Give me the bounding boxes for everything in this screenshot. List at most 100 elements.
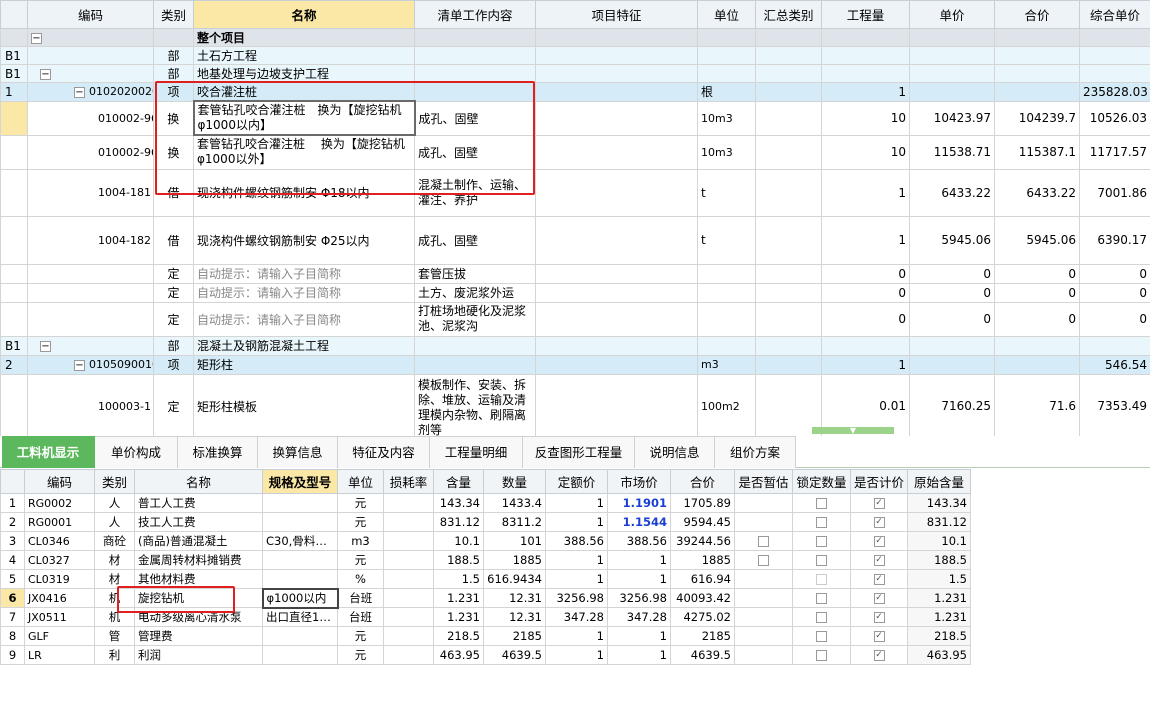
work-cell[interactable] xyxy=(414,46,536,65)
col-comp-price[interactable]: 综合单价 xyxy=(1079,0,1150,29)
lock-cell[interactable] xyxy=(792,607,851,627)
minus-toggle-icon[interactable]: − xyxy=(40,340,51,352)
unit-cell[interactable]: 10m3 xyxy=(697,134,756,170)
work-cell[interactable] xyxy=(414,64,536,83)
unit-cell[interactable]: 元 xyxy=(337,626,384,646)
col-total[interactable]: 合价 xyxy=(994,0,1080,29)
summary-cell[interactable] xyxy=(755,100,822,136)
code-cell[interactable]: CL0327 xyxy=(24,550,95,570)
count-cell[interactable]: 8311.2 xyxy=(483,512,546,532)
feature-cell[interactable] xyxy=(535,282,698,303)
priced-cell[interactable]: ✓ xyxy=(850,493,908,513)
table-row[interactable]: 6 JX0416 机旋挖钻机 φ1000以内 台班 1.231 12.31 3256.98 32… xyxy=(0,587,971,609)
unit-cell[interactable]: 元 xyxy=(337,493,384,513)
col-work[interactable]: 清单工作内容 xyxy=(414,0,536,29)
col-type[interactable]: 类别 xyxy=(153,0,194,29)
count-cell[interactable]: 1885 xyxy=(483,550,546,570)
name-cell[interactable]: 普工人工费 xyxy=(134,493,263,513)
lock-cell[interactable] xyxy=(792,531,851,551)
checkbox-checked[interactable]: ✓ xyxy=(873,650,885,661)
unit-cell[interactable]: 元 xyxy=(337,645,384,665)
name-cell[interactable]: 矩形柱 xyxy=(193,354,415,375)
name-cell[interactable]: 利润 xyxy=(134,645,263,665)
name-cell[interactable]: 其他材料费 xyxy=(134,569,263,589)
col-summary[interactable]: 汇总类别 xyxy=(755,0,822,29)
summary-cell[interactable] xyxy=(755,263,822,284)
col-code[interactable]: 编码 xyxy=(24,469,95,494)
work-cell[interactable]: 混凝土制作、运输、灌注、养护 xyxy=(414,168,536,217)
content-cell[interactable]: 188.5 xyxy=(433,550,484,570)
table-row[interactable]: 1 −010202002001 项 咬合灌注桩 根 1 235828.03 xyxy=(0,82,1150,102)
summary-cell[interactable] xyxy=(755,282,822,303)
lock-cell[interactable] xyxy=(792,645,851,665)
col-feature[interactable]: 项目特征 xyxy=(535,0,698,29)
checkbox-checked[interactable]: ✓ xyxy=(873,517,885,528)
checkbox[interactable] xyxy=(816,574,827,585)
name-cell[interactable]: 地基处理与边坡支护工程 xyxy=(193,64,415,83)
feature-cell[interactable] xyxy=(535,168,698,217)
work-cell[interactable]: 成孔、固壁 xyxy=(414,134,536,170)
splitter-handle[interactable]: ▼ xyxy=(812,427,894,435)
loss-cell[interactable] xyxy=(383,550,434,570)
lock-cell[interactable] xyxy=(792,588,851,608)
table-row[interactable]: 8 GLF 管管理费元 218.5 2185 1 1 2185 ✓ 218.5 xyxy=(0,626,971,646)
name-cell[interactable]: 技工人工费 xyxy=(134,512,263,532)
unit-cell[interactable] xyxy=(697,28,756,47)
work-cell[interactable] xyxy=(414,28,536,47)
qty-cell[interactable] xyxy=(821,64,910,83)
table-row[interactable]: − 整个项目 xyxy=(0,28,1150,47)
unit-cell[interactable] xyxy=(697,263,756,284)
work-cell[interactable] xyxy=(414,335,536,356)
minus-toggle-icon[interactable]: − xyxy=(31,32,42,44)
col-count[interactable]: 数量 xyxy=(483,469,546,494)
col-loss[interactable]: 损耗率 xyxy=(383,469,434,494)
code-cell[interactable]: JX0511 xyxy=(24,607,95,627)
minus-toggle-icon[interactable]: − xyxy=(74,359,85,371)
lock-cell[interactable] xyxy=(792,512,851,532)
unit-cell[interactable]: 100m2 xyxy=(697,373,756,439)
checkbox-checked[interactable]: ✓ xyxy=(873,574,885,585)
feature-cell[interactable] xyxy=(535,301,698,337)
content-cell[interactable]: 218.5 xyxy=(433,626,484,646)
name-cell[interactable]: 金属周转材料摊销费 xyxy=(134,550,263,570)
tab-feature-content[interactable]: 特征及内容 xyxy=(338,436,430,468)
tab-material-display[interactable]: 工料机显示 xyxy=(2,436,95,468)
checkbox-checked[interactable]: ✓ xyxy=(873,631,885,642)
table-row[interactable]: 5 CL0319 材其他材料费% 1.5 616.9434 1 1 616.94 ✓ 1.5 xyxy=(0,569,971,589)
count-cell[interactable]: 12.31 xyxy=(483,607,546,627)
name-cell[interactable]: 现浇构件螺纹钢筋制安 Φ18以内 xyxy=(193,168,415,217)
tab-description[interactable]: 说明信息 xyxy=(635,436,715,468)
content-cell[interactable]: 1.231 xyxy=(433,607,484,627)
name-cell[interactable]: 混凝土及钢筋混凝土工程 xyxy=(193,335,415,356)
checkbox[interactable] xyxy=(758,555,769,566)
content-cell[interactable]: 10.1 xyxy=(433,531,484,551)
col-spec[interactable]: 规格及型号 xyxy=(262,469,338,494)
qty-cell[interactable]: 10 xyxy=(821,100,910,136)
unit-cell[interactable]: 10m3 xyxy=(697,100,756,136)
table-row[interactable]: 100003-1 定 矩形柱模板 模板制作、安装、拆除、堆放、运输及清理模内杂物… xyxy=(0,373,1150,439)
summary-cell[interactable] xyxy=(755,46,822,65)
name-cell[interactable]: 自动提示：请输入子目简称 xyxy=(193,282,415,303)
priced-cell[interactable]: ✓ xyxy=(850,531,908,551)
qty-cell[interactable]: 1 xyxy=(821,354,910,375)
feature-cell[interactable] xyxy=(535,46,698,65)
feature-cell[interactable] xyxy=(535,100,698,136)
checkbox[interactable] xyxy=(816,536,827,547)
checkbox[interactable] xyxy=(816,517,827,528)
col-unit[interactable]: 单位 xyxy=(337,469,384,494)
spec-cell[interactable]: 出口直径1… xyxy=(262,607,338,627)
count-cell[interactable]: 12.31 xyxy=(483,588,546,608)
col-market-price[interactable]: 市场价 xyxy=(607,469,671,494)
table-row[interactable]: 7 JX0511 机电动多级离心清水泵 出口直径1… 台班 1.231 12.31 347.2… xyxy=(0,607,971,627)
name-cell[interactable]: 自动提示：请输入子目简称 xyxy=(193,263,415,284)
priced-cell[interactable]: ✓ xyxy=(850,512,908,532)
qty-cell[interactable]: 0 xyxy=(821,263,910,284)
col-estimate[interactable]: 是否暂估 xyxy=(734,469,793,494)
market-price-cell[interactable]: 1 xyxy=(607,569,671,589)
qty-cell[interactable]: 1 xyxy=(821,215,910,265)
unit-cell[interactable]: t xyxy=(697,168,756,217)
content-cell[interactable]: 143.34 xyxy=(433,493,484,513)
checkbox-checked[interactable]: ✓ xyxy=(873,593,885,604)
estimate-cell[interactable] xyxy=(734,512,793,532)
unit-cell[interactable] xyxy=(697,301,756,337)
